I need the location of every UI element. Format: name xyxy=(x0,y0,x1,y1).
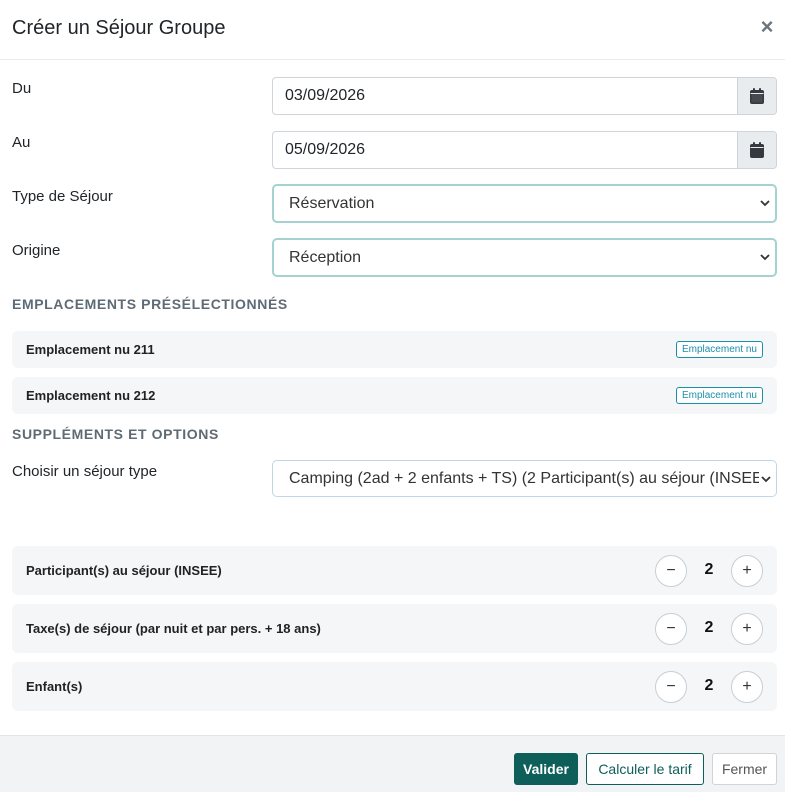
du-date-input[interactable] xyxy=(273,78,737,114)
quantity-value: 2 xyxy=(704,561,714,578)
calendar-icon xyxy=(750,88,764,104)
type-sejour-value: Réservation xyxy=(289,195,375,212)
supplement-label: Taxe(s) de séjour (par nuit et par pers.… xyxy=(26,621,321,636)
emplacements-section-title: EMPLACEMENTS PRÉSÉLECTIONNÉS xyxy=(12,296,288,312)
emplacement-name: Emplacement nu 211 xyxy=(26,342,155,357)
supplement-row-taxes: Taxe(s) de séjour (par nuit et par pers.… xyxy=(12,604,777,653)
fermer-button[interactable]: Fermer xyxy=(712,753,777,785)
chevron-down-icon xyxy=(760,200,770,207)
chevron-down-icon xyxy=(760,254,770,261)
list-item: Emplacement nu 212 Emplacement nu xyxy=(12,377,777,414)
au-label: Au xyxy=(12,134,31,151)
supplements-section-title: SUPPLÉMENTS ET OPTIONS xyxy=(12,426,219,442)
au-date-group xyxy=(272,131,777,169)
chevron-down-icon xyxy=(761,476,771,483)
type-sejour-select[interactable]: Réservation xyxy=(272,184,777,223)
quantity-value: 2 xyxy=(704,619,714,636)
modal-header: Créer un Séjour Groupe × xyxy=(0,0,785,60)
origine-select[interactable]: Réception xyxy=(272,238,777,277)
increment-button[interactable]: + xyxy=(731,613,763,645)
du-calendar-button[interactable] xyxy=(737,78,776,114)
emplacement-name: Emplacement nu 212 xyxy=(26,388,156,403)
du-label: Du xyxy=(12,80,32,97)
supplement-row-enfants: Enfant(s) − 2 + xyxy=(12,662,777,711)
modal-footer: Valider Calculer le tarif Fermer xyxy=(0,735,785,792)
au-calendar-button[interactable] xyxy=(737,132,776,168)
valider-button[interactable]: Valider xyxy=(514,753,578,785)
decrement-button[interactable]: − xyxy=(655,671,687,703)
decrement-button[interactable]: − xyxy=(655,613,687,645)
emplacement-type-badge: Emplacement nu xyxy=(675,387,763,404)
sejour-type-select[interactable]: Camping (2ad + 2 enfants + TS) (2 Partic… xyxy=(272,460,777,497)
supplement-label: Participant(s) au séjour (INSEE) xyxy=(26,563,222,578)
increment-button[interactable]: + xyxy=(731,671,763,703)
origine-value: Réception xyxy=(289,249,362,266)
modal-title: Créer un Séjour Groupe xyxy=(12,17,226,39)
decrement-button[interactable]: − xyxy=(655,555,687,587)
quantity-value: 2 xyxy=(704,677,714,694)
list-item: Emplacement nu 211 Emplacement nu xyxy=(12,331,777,368)
sejour-type-label: Choisir un séjour type xyxy=(12,463,158,480)
calculer-tarif-button[interactable]: Calculer le tarif xyxy=(586,753,704,785)
calendar-icon xyxy=(750,142,764,158)
close-icon[interactable]: × xyxy=(759,16,775,38)
supplement-label: Enfant(s) xyxy=(26,679,83,694)
du-date-group xyxy=(272,77,777,115)
supplement-row-participants: Participant(s) au séjour (INSEE) − 2 + xyxy=(12,546,777,595)
increment-button[interactable]: + xyxy=(731,555,763,587)
type-sejour-label: Type de Séjour xyxy=(12,188,113,205)
origine-label: Origine xyxy=(12,242,61,259)
sejour-type-value: Camping (2ad + 2 enfants + TS) (2 Partic… xyxy=(289,470,759,487)
emplacement-type-badge: Emplacement nu xyxy=(675,341,763,358)
au-date-input[interactable] xyxy=(273,132,737,168)
